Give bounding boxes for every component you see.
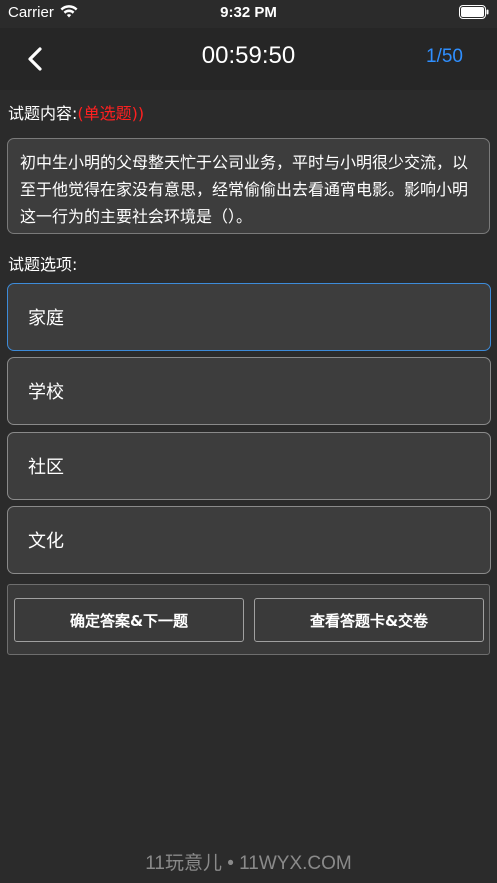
question-text-box: 初中生小明的父母整天忙于公司业务，平时与小明很少交流，以至于他觉得在家没有意思，… (7, 138, 490, 234)
option-label: 学校 (28, 382, 64, 403)
confirm-next-button[interactable]: 确定答案&下一题 (14, 598, 244, 642)
option-1[interactable]: 家庭 (7, 283, 491, 351)
options-label: 试题选项: (8, 255, 78, 274)
option-label: 社区 (28, 457, 64, 478)
status-time: 9:32 PM (220, 4, 277, 21)
timer: 00:59:50 (201, 42, 296, 69)
option-4[interactable]: 文化 (7, 506, 491, 574)
option-2[interactable]: 学校 (7, 357, 491, 425)
question-progress[interactable]: 1/50 (426, 46, 463, 68)
question-content-label: 试题内容:(单选题)) (8, 100, 144, 124)
option-3[interactable]: 社区 (7, 432, 491, 500)
option-label: 文化 (28, 531, 64, 552)
question-type: (单选题)) (77, 104, 145, 123)
nav-bar: 00:59:50 1/50 (0, 28, 497, 90)
battery-icon (459, 5, 489, 19)
watermark: 11玩意儿 • 11WYX.COM (145, 853, 352, 874)
view-answer-card-button[interactable]: 查看答题卡&交卷 (254, 598, 484, 642)
action-panel: 确定答案&下一题 查看答题卡&交卷 (7, 584, 490, 655)
question-label-text: 试题内容: (8, 104, 78, 123)
option-label: 家庭 (28, 308, 64, 329)
status-bar: Carrier 9:32 PM (0, 0, 497, 28)
